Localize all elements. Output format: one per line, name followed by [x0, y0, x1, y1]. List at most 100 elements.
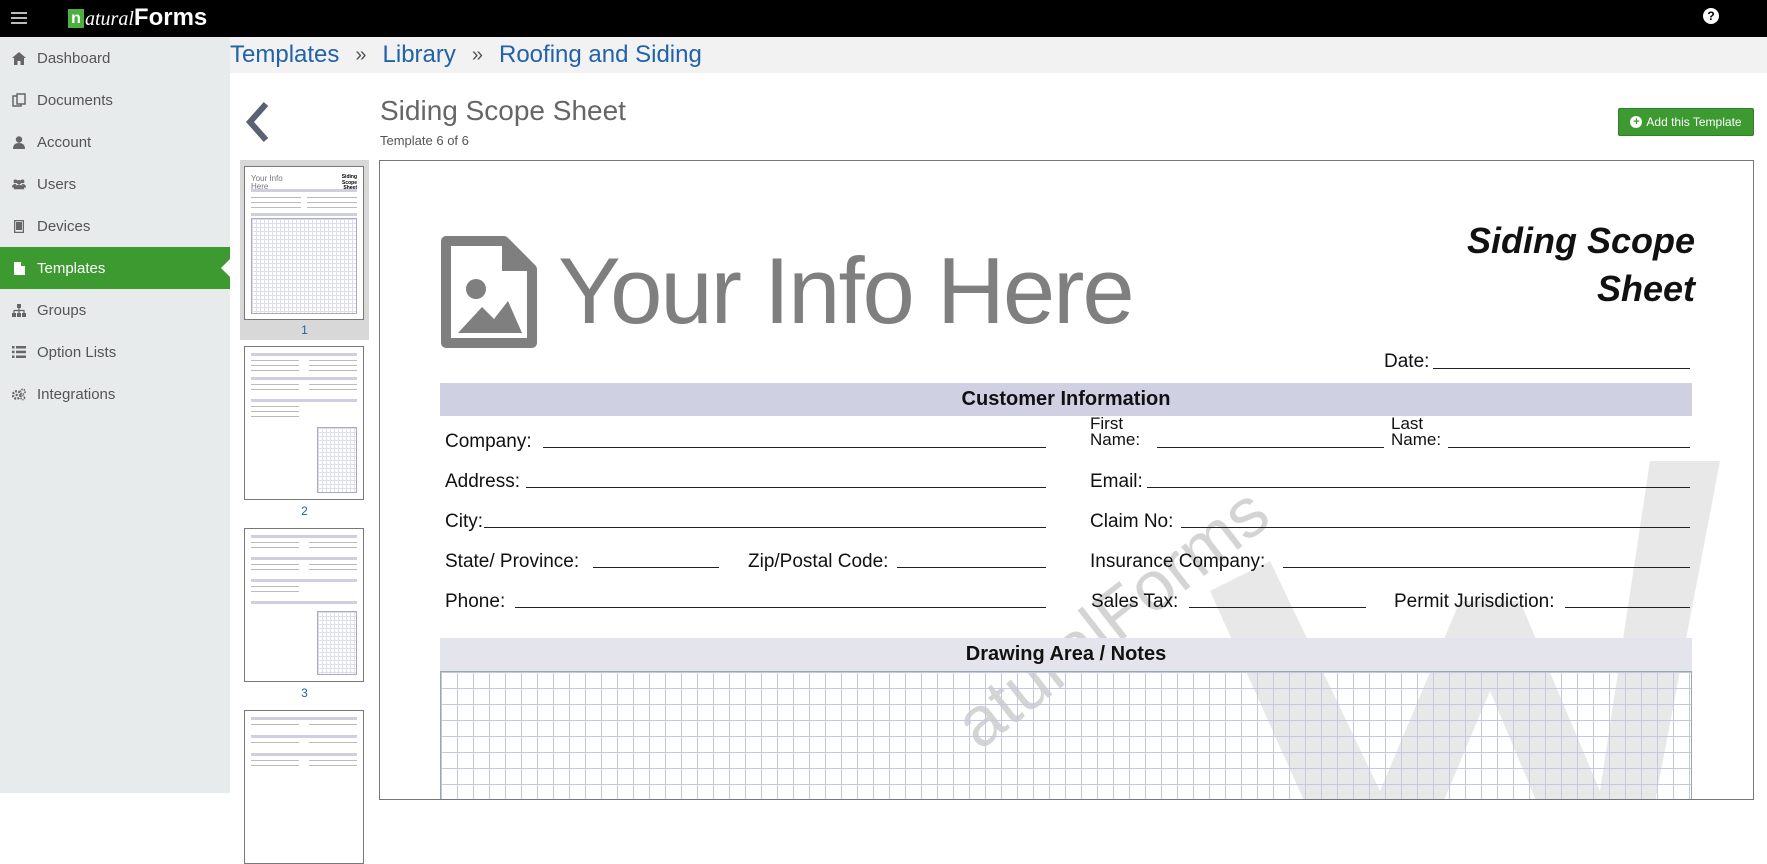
- thumb-grid: [251, 218, 357, 314]
- thumb-line: [309, 542, 357, 543]
- thumb-header-text: Your Info Here: [251, 174, 283, 191]
- thumb-line: [309, 760, 357, 761]
- thumb-grid: [317, 611, 357, 675]
- drawing-grid: [440, 671, 1692, 799]
- sidebar-item-dashboard[interactable]: Dashboard: [0, 37, 230, 79]
- breadcrumb-roofing-and-siding[interactable]: Roofing and Siding: [499, 41, 702, 69]
- thumb-line: [309, 564, 357, 565]
- thumbnail-image: [244, 528, 364, 682]
- phone-field: [515, 607, 1046, 608]
- thumb-grid: [317, 427, 357, 493]
- thumbnail-number: 1: [301, 323, 308, 337]
- date-label: Date:: [1384, 351, 1430, 372]
- help-icon[interactable]: ?: [1703, 8, 1719, 24]
- hamburger-menu-icon[interactable]: [11, 12, 27, 24]
- thumb-section-bar: [251, 399, 357, 402]
- your-info-placeholder: Your Info Here: [558, 238, 1135, 343]
- thumbnail-page-3[interactable]: 3: [240, 522, 369, 704]
- sales-tax-field: [1189, 607, 1366, 608]
- thumb-section-bar: [251, 353, 357, 356]
- breadcrumb-separator: »: [471, 43, 483, 66]
- list-icon: [12, 345, 26, 359]
- top-bar: n atural Forms ?: [0, 0, 1767, 37]
- thumbnail-image: [244, 346, 364, 500]
- thumb-line: [251, 365, 299, 366]
- sidebar-item-label: Account: [37, 133, 92, 151]
- sales-tax-label: Sales Tax:: [1091, 591, 1179, 612]
- sidebar-item-label: Dashboard: [37, 49, 111, 67]
- thumb-section-bar: [251, 753, 357, 756]
- date-field: [1433, 368, 1690, 369]
- sidebar-item-label: Option Lists: [37, 343, 117, 361]
- sidebar-item-label: Users: [37, 175, 77, 193]
- thumbnail-page-2[interactable]: 2: [240, 340, 369, 522]
- thumbnail-page-1[interactable]: Your Info Here Siding Scope Sheet 1: [240, 160, 369, 340]
- user-icon: [12, 135, 26, 149]
- insurance-company-field: [1283, 567, 1690, 568]
- thumbnail-number: 2: [301, 504, 308, 518]
- home-icon: [12, 51, 26, 65]
- thumb-line: [309, 389, 357, 390]
- thumb-line: [251, 547, 299, 548]
- document-title-line2: Sheet: [1596, 268, 1695, 309]
- thumb-line: [309, 742, 357, 743]
- logo-letter: n: [68, 9, 84, 28]
- documents-icon: [12, 93, 26, 107]
- thumb-line: [309, 384, 357, 385]
- sidebar-item-account[interactable]: Account: [0, 121, 230, 163]
- sidebar-item-integrations[interactable]: Integrations: [0, 373, 230, 415]
- thumb-section-bar: [251, 535, 357, 538]
- breadcrumb-library[interactable]: Library: [383, 41, 456, 69]
- email-field: [1147, 487, 1690, 488]
- sidebar-item-users[interactable]: Users: [0, 163, 230, 205]
- add-template-label: Add this Template: [1646, 115, 1742, 129]
- thumbnail-page-4[interactable]: [240, 704, 369, 864]
- thumb-line: [251, 370, 299, 371]
- sidebar-item-devices[interactable]: Devices: [0, 205, 230, 247]
- thumb-line: [309, 765, 357, 766]
- thumb-line: [307, 207, 357, 208]
- sidebar-item-templates[interactable]: Templates: [0, 247, 230, 289]
- claim-no-field: [1181, 527, 1690, 528]
- permit-jurisdiction-field: [1565, 607, 1690, 608]
- plus-circle-icon: +: [1630, 116, 1643, 128]
- thumb-line: [251, 586, 299, 587]
- thumbnail-image: [244, 710, 364, 864]
- thumb-line: [309, 569, 357, 570]
- back-chevron-icon[interactable]: [242, 102, 274, 142]
- thumb-section-bar: [251, 213, 357, 216]
- page-thumbnails: Your Info Here Siding Scope Sheet 1 2 3: [240, 160, 370, 864]
- sidebar-item-option-lists[interactable]: Option Lists: [0, 331, 230, 373]
- sidebar-item-label: Documents: [37, 91, 113, 109]
- sidebar-item-label: Devices: [37, 217, 91, 235]
- template-preview: aturalForms Your Info Here Siding Scope …: [379, 160, 1754, 800]
- thumb-line: [251, 542, 299, 543]
- thumb-line: [251, 724, 299, 725]
- page-title: Siding Scope Sheet: [380, 95, 626, 126]
- thumb-line: [251, 591, 299, 592]
- document-title-line1: Siding Scope: [1466, 220, 1695, 261]
- company-field: [543, 447, 1046, 448]
- thumb-line: [251, 569, 299, 570]
- thumb-section-bar: [251, 377, 357, 380]
- thumbnail-image: Your Info Here Siding Scope Sheet: [244, 166, 364, 320]
- thumb-line: [309, 360, 357, 361]
- sidebar-item-groups[interactable]: Groups: [0, 289, 230, 331]
- thumb-line: [251, 416, 299, 417]
- sidebar-item-documents[interactable]: Documents: [0, 79, 230, 121]
- sidebar: Dashboard Documents Account Users Device…: [0, 37, 230, 793]
- users-icon: [12, 177, 26, 191]
- thumb-line: [251, 202, 301, 203]
- natural-forms-logo[interactable]: n atural Forms: [68, 1, 207, 33]
- breadcrumb-templates[interactable]: Templates: [230, 41, 339, 69]
- thumb-line: [251, 564, 299, 565]
- thumb-line: [251, 765, 299, 766]
- add-template-button[interactable]: + Add this Template: [1618, 108, 1754, 136]
- address-field: [526, 487, 1046, 488]
- city-field: [484, 527, 1046, 528]
- insurance-company-label: Insurance Company:: [1090, 551, 1266, 572]
- company-label: Company:: [445, 431, 532, 452]
- logo-forms-text: Forms: [133, 4, 208, 31]
- sidebar-item-label: Templates: [37, 259, 106, 277]
- city-label: City:: [445, 511, 483, 532]
